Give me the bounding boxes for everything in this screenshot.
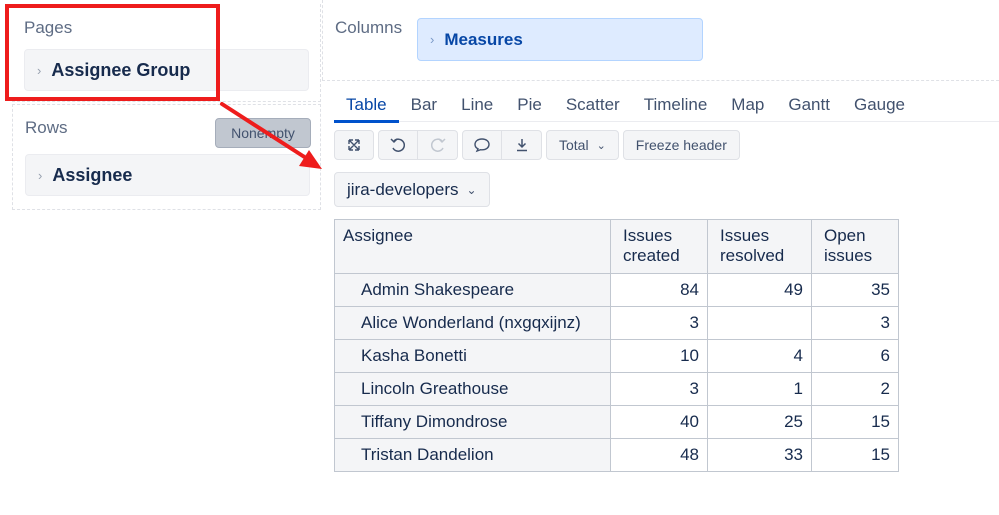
column-header-open-issues[interactable]: Open issues — [811, 219, 899, 274]
row-header-assignee[interactable]: Tristan Dandelion — [334, 438, 611, 472]
tab-table[interactable]: Table — [334, 90, 399, 123]
chevron-right-icon: › — [430, 32, 435, 47]
tab-line[interactable]: Line — [449, 90, 505, 122]
download-icon — [516, 139, 527, 152]
cell-issues-created[interactable]: 3 — [610, 306, 708, 340]
table-row: Admin Shakespeare 84 49 35 — [334, 273, 899, 307]
report-table: Assignee Issues created Issues resolved … — [334, 219, 899, 472]
cell-issues-resolved[interactable]: 25 — [707, 405, 812, 439]
total-label: Total — [559, 137, 589, 153]
comment-button[interactable] — [462, 130, 502, 160]
tab-gantt[interactable]: Gantt — [776, 90, 842, 122]
row-header-assignee[interactable]: Admin Shakespeare — [334, 273, 611, 307]
row-header-assignee[interactable]: Alice Wonderland (nxgqxijnz) — [334, 306, 611, 340]
chevron-down-icon: ⌄ — [466, 182, 477, 197]
nonempty-button[interactable]: Nonempty — [215, 118, 311, 148]
columns-bottom-divider — [322, 80, 999, 81]
redo-button[interactable] — [418, 130, 458, 160]
tab-gauge[interactable]: Gauge — [842, 90, 917, 122]
comment-icon — [474, 138, 490, 153]
cell-issues-resolved[interactable]: 4 — [707, 339, 812, 373]
cell-issues-created[interactable]: 3 — [610, 372, 708, 406]
table-row: Tiffany Dimondrose 40 25 15 — [334, 405, 899, 439]
row-header-assignee[interactable]: Kasha Bonetti — [334, 339, 611, 373]
expand-icon — [348, 139, 360, 151]
columns-label: Columns — [335, 18, 403, 37]
tab-bar[interactable]: Bar — [399, 90, 449, 122]
cell-open-issues[interactable]: 35 — [811, 273, 899, 307]
table-row: Tristan Dandelion 48 33 15 — [334, 438, 899, 472]
row-header-assignee[interactable]: Tiffany Dimondrose — [334, 405, 611, 439]
cell-issues-resolved[interactable] — [707, 306, 812, 340]
table-row: Lincoln Greathouse 3 1 2 — [334, 372, 899, 406]
cell-issues-resolved[interactable]: 1 — [707, 372, 812, 406]
cell-open-issues[interactable]: 2 — [811, 372, 899, 406]
cell-issues-created[interactable]: 40 — [610, 405, 708, 439]
annotation-highlight-box — [5, 4, 220, 101]
page-member-value: jira-developers — [347, 179, 459, 199]
download-button[interactable] — [502, 130, 542, 160]
fullscreen-button[interactable] — [334, 130, 374, 160]
cell-issues-created[interactable]: 84 — [610, 273, 708, 307]
report-toolbar: Total ⌄ Freeze header — [334, 130, 740, 160]
assignee-pill[interactable]: › Assignee — [25, 154, 310, 196]
page-member-dropdown[interactable]: jira-developers ⌄ — [334, 172, 490, 207]
comment-download-group — [462, 130, 542, 160]
cell-open-issues[interactable]: 15 — [811, 438, 899, 472]
total-dropdown[interactable]: Total ⌄ — [546, 130, 619, 160]
table-header-row: Assignee Issues created Issues resolved … — [334, 219, 899, 274]
cell-open-issues[interactable]: 15 — [811, 405, 899, 439]
rows-section: Rows Nonempty › Assignee — [12, 104, 321, 210]
table-row: Alice Wonderland (nxgqxijnz) 3 3 — [334, 306, 899, 340]
undo-icon — [390, 138, 406, 152]
column-header-issues-created[interactable]: Issues created — [610, 219, 708, 274]
chart-type-tabs: Table Bar Line Pie Scatter Timeline Map … — [334, 90, 999, 123]
row-header-assignee[interactable]: Lincoln Greathouse — [334, 372, 611, 406]
tab-scatter[interactable]: Scatter — [554, 90, 632, 122]
chevron-right-icon: › — [38, 167, 43, 183]
rows-label: Rows — [25, 118, 68, 137]
undo-redo-group — [378, 130, 458, 160]
freeze-header-button[interactable]: Freeze header — [622, 130, 740, 160]
tab-map[interactable]: Map — [719, 90, 776, 122]
column-header-issues-resolved[interactable]: Issues resolved — [707, 219, 812, 274]
cell-issues-resolved[interactable]: 33 — [707, 438, 812, 472]
cell-open-issues[interactable]: 6 — [811, 339, 899, 373]
measures-label: Measures — [444, 29, 523, 49]
undo-button[interactable] — [378, 130, 418, 160]
assignee-label: Assignee — [52, 164, 133, 185]
columns-divider — [322, 0, 323, 80]
chevron-down-icon: ⌄ — [596, 139, 606, 152]
measures-pill[interactable]: › Measures — [417, 18, 703, 61]
tab-pie[interactable]: Pie — [505, 90, 554, 122]
table-row: Kasha Bonetti 10 4 6 — [334, 339, 899, 373]
cell-issues-created[interactable]: 10 — [610, 339, 708, 373]
tab-timeline[interactable]: Timeline — [632, 90, 720, 122]
redo-icon — [430, 138, 446, 152]
cell-open-issues[interactable]: 3 — [811, 306, 899, 340]
cell-issues-resolved[interactable]: 49 — [707, 273, 812, 307]
column-header-assignee[interactable]: Assignee — [334, 219, 611, 274]
cell-issues-created[interactable]: 48 — [610, 438, 708, 472]
